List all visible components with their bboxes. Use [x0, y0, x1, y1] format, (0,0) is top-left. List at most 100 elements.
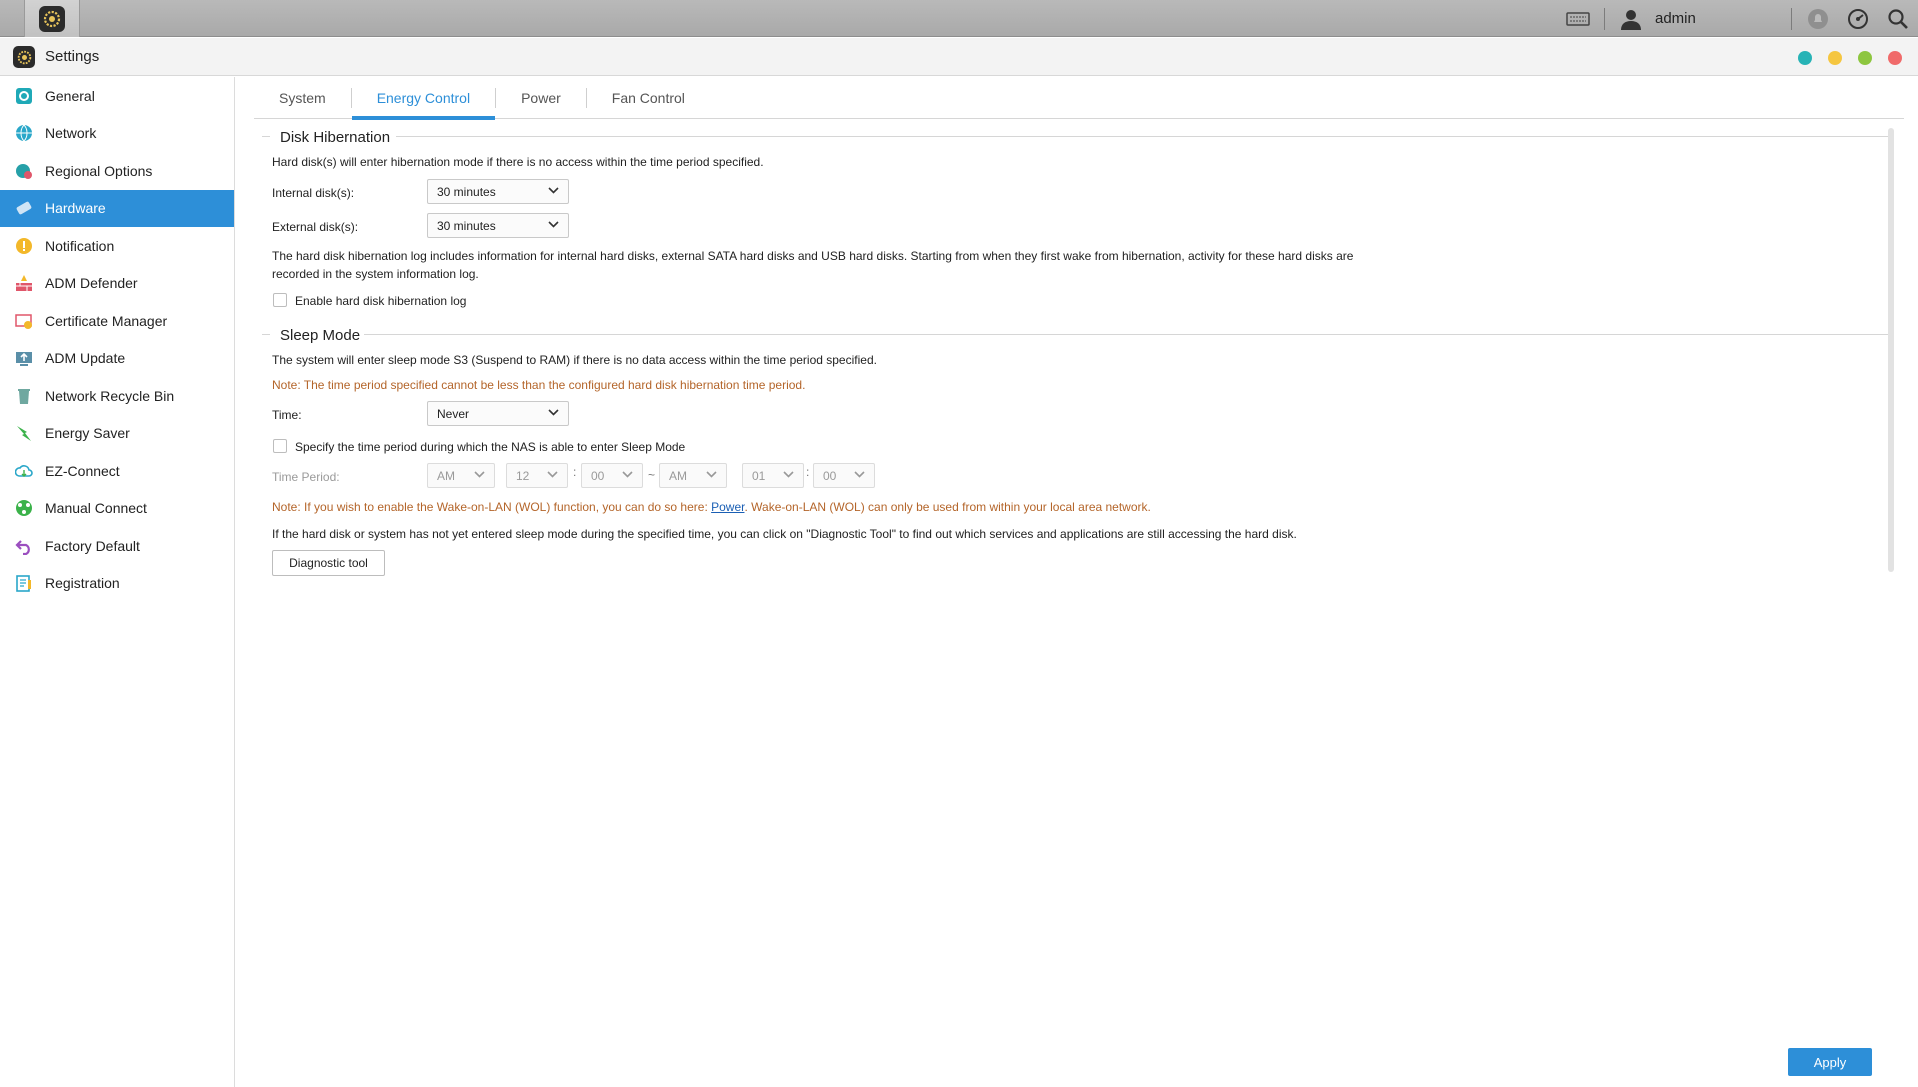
- disk-hibernation-desc: Hard disk(s) will enter hibernation mode…: [272, 155, 764, 169]
- general-icon: [14, 86, 34, 106]
- sleep-time-label: Time:: [272, 408, 302, 422]
- window-close-button[interactable]: [1888, 51, 1902, 65]
- tab-system[interactable]: System: [254, 77, 351, 119]
- chevron-down-icon: [706, 471, 717, 478]
- to-minute-select[interactable]: 00: [813, 463, 875, 488]
- sidebar-item-adm-defender[interactable]: ADM Defender: [0, 265, 234, 303]
- time-separator: :: [806, 465, 810, 479]
- search-icon[interactable]: [1878, 0, 1918, 37]
- time-period-label: Time Period:: [272, 470, 340, 484]
- sleep-mode-desc: The system will enter sleep mode S3 (Sus…: [272, 353, 877, 367]
- window-help-button[interactable]: [1798, 51, 1812, 65]
- notification-bell-icon[interactable]: [1798, 0, 1838, 37]
- sidebar-item-label: ADM Update: [45, 350, 126, 367]
- wol-note-prefix: Note: If you wish to enable the Wake-on-…: [272, 500, 712, 514]
- tab-energy-control[interactable]: Energy Control: [351, 77, 496, 120]
- sidebar-item-factory-default[interactable]: Factory Default: [0, 527, 234, 565]
- from-ampm-select[interactable]: AM: [427, 463, 495, 488]
- tab-bar: System Energy Control Power Fan Control: [254, 77, 1904, 120]
- sidebar-item-label: Manual Connect: [45, 500, 147, 517]
- sidebar-item-label: General: [45, 87, 95, 104]
- taskbar: admin: [0, 0, 1918, 37]
- window-titlebar: Settings: [0, 38, 1918, 76]
- sidebar-item-label: EZ-Connect: [45, 462, 120, 479]
- cloud-icon: [14, 461, 34, 481]
- to-ampm-select[interactable]: AM: [659, 463, 727, 488]
- taskbar-divider: [1791, 7, 1792, 30]
- sidebar-item-certificate-manager[interactable]: Certificate Manager: [0, 302, 234, 340]
- content-scrollbar[interactable]: [1888, 128, 1894, 572]
- sleep-mode-title: Sleep Mode: [280, 327, 361, 344]
- sidebar-item-network-recycle-bin[interactable]: Network Recycle Bin: [0, 377, 234, 415]
- dashboard-icon[interactable]: [1838, 0, 1878, 37]
- external-disk-select[interactable]: 30 minutes: [427, 213, 569, 238]
- wol-note: Note: If you wish to enable the Wake-on-…: [272, 500, 1151, 514]
- regional-icon: [14, 161, 34, 181]
- notification-icon: [14, 236, 34, 256]
- hibernation-log-desc-line1: The hard disk hibernation log includes i…: [272, 249, 1354, 263]
- sidebar-item-regional-options[interactable]: Regional Options: [0, 152, 234, 190]
- user-name[interactable]: admin: [1655, 10, 1785, 27]
- sidebar-item-label: Certificate Manager: [45, 312, 168, 329]
- certificate-icon: [14, 311, 34, 331]
- from-minute-select[interactable]: 00: [581, 463, 643, 488]
- from-hour-select[interactable]: 12: [506, 463, 568, 488]
- firewall-icon: [14, 273, 34, 293]
- sidebar-item-hardware[interactable]: Hardware: [0, 189, 234, 227]
- window-minimize-button[interactable]: [1828, 51, 1842, 65]
- disk-hibernation-title: Disk Hibernation: [280, 129, 391, 146]
- sleep-period-checkbox-label[interactable]: Specify the time period during which the…: [295, 440, 685, 454]
- from-minute-value: 00: [591, 468, 605, 483]
- recycle-bin-icon: [14, 386, 34, 406]
- sleep-time-value: Never: [437, 406, 470, 421]
- sidebar-item-ez-connect[interactable]: EZ-Connect: [0, 452, 234, 490]
- time-range-tilde: ~: [648, 468, 656, 482]
- globe-icon: [14, 123, 34, 143]
- chevron-down-icon: [548, 187, 559, 194]
- sidebar-item-adm-update[interactable]: ADM Update: [0, 340, 234, 378]
- from-ampm-value: AM: [437, 468, 455, 483]
- tab-power[interactable]: Power: [496, 77, 586, 119]
- settings-gear-icon: [39, 5, 65, 32]
- registration-icon: [14, 573, 34, 593]
- sidebar-item-notification[interactable]: Notification: [0, 227, 234, 265]
- time-separator: :: [573, 465, 577, 479]
- energy-icon: [14, 423, 34, 443]
- sidebar-item-energy-saver[interactable]: Energy Saver: [0, 415, 234, 453]
- keyboard-icon[interactable]: [1558, 0, 1598, 37]
- hibernation-log-checkbox[interactable]: [273, 293, 287, 307]
- window-maximize-button[interactable]: [1858, 51, 1872, 65]
- sidebar-item-general[interactable]: General: [0, 77, 234, 115]
- taskbar-divider: [1604, 7, 1605, 30]
- undo-icon: [14, 536, 34, 556]
- user-icon[interactable]: [1611, 0, 1651, 37]
- sleep-period-checkbox[interactable]: [273, 439, 287, 453]
- section-divider: [364, 334, 1888, 335]
- window-title: Settings: [45, 48, 100, 65]
- to-hour-select[interactable]: 01: [742, 463, 804, 488]
- hibernation-log-checkbox-label[interactable]: Enable hard disk hibernation log: [295, 294, 466, 308]
- to-hour-value: 01: [752, 468, 766, 483]
- sidebar-item-label: Notification: [45, 237, 115, 254]
- sleep-time-select[interactable]: Never: [427, 401, 569, 426]
- internal-disk-select[interactable]: 30 minutes: [427, 179, 569, 204]
- sidebar-item-network[interactable]: Network: [0, 115, 234, 153]
- sidebar-item-manual-connect[interactable]: Manual Connect: [0, 490, 234, 528]
- apply-button[interactable]: Apply: [1788, 1048, 1872, 1076]
- manual-connect-icon: [14, 498, 34, 518]
- sidebar: General Network Regional Options Hardwar…: [0, 77, 235, 1087]
- sidebar-item-registration[interactable]: Registration: [0, 565, 234, 603]
- hibernation-log-desc-line2: recorded in the system information log.: [272, 267, 479, 281]
- sidebar-item-label: Registration: [45, 575, 120, 592]
- power-link[interactable]: Power: [711, 500, 744, 514]
- diagnostic-desc: If the hard disk or system has not yet e…: [272, 527, 1297, 541]
- main-panel: System Energy Control Power Fan Control …: [236, 77, 1918, 1087]
- tab-fan-control[interactable]: Fan Control: [587, 77, 710, 119]
- diagnostic-tool-button[interactable]: Diagnostic tool: [272, 550, 385, 576]
- sidebar-item-label: Factory Default: [45, 537, 140, 554]
- section-divider: [396, 136, 1888, 137]
- section-divider: [262, 334, 270, 335]
- sidebar-item-label: Regional Options: [45, 162, 153, 179]
- taskbar-settings-app[interactable]: [24, 0, 80, 37]
- sidebar-item-label: ADM Defender: [45, 275, 138, 292]
